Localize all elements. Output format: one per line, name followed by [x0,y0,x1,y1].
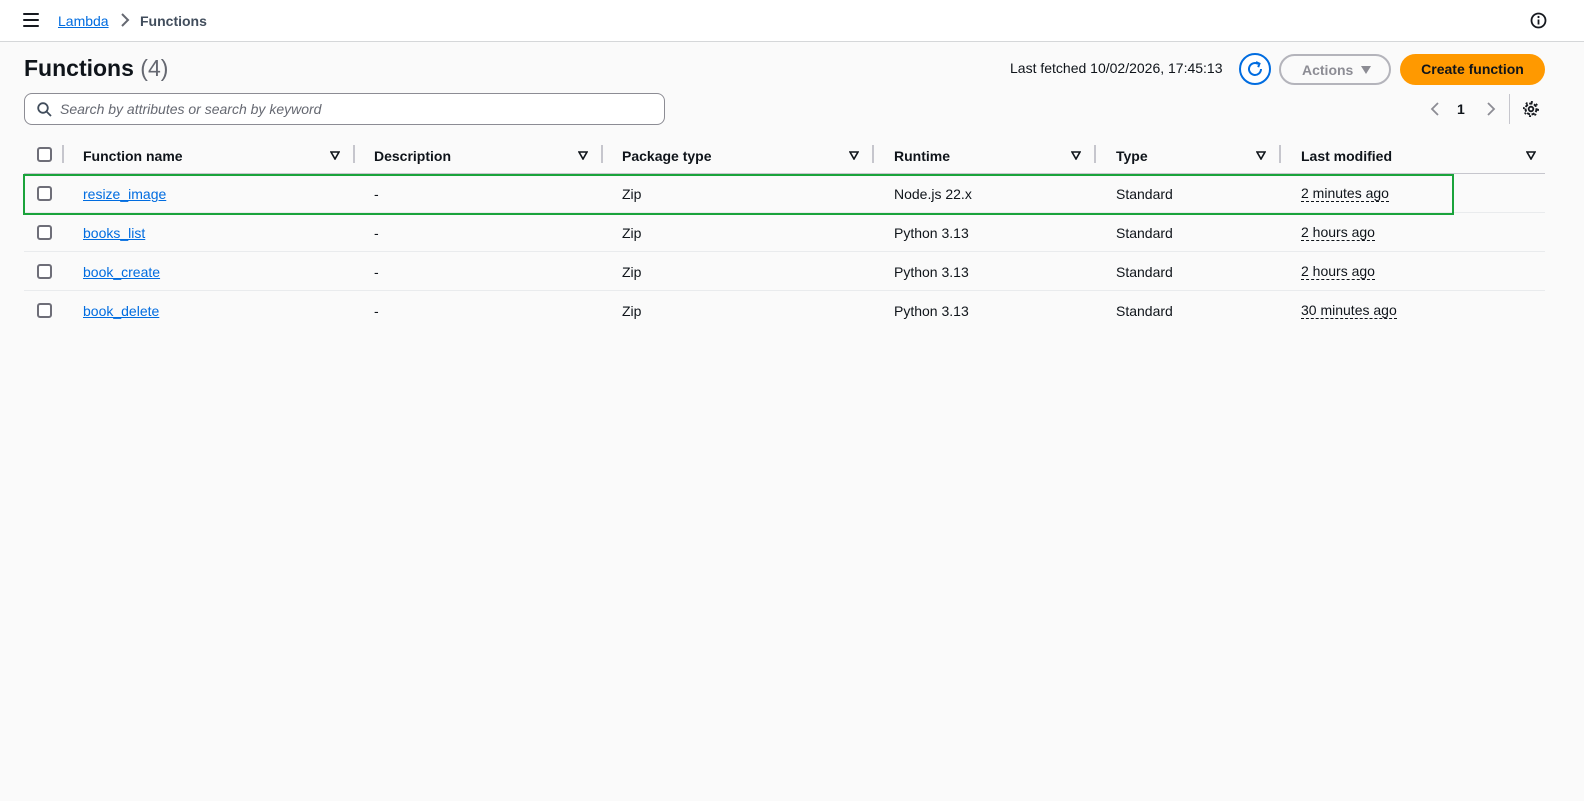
package-type-cell: Zip [622,186,642,202]
column-header-last-modified[interactable]: Last modified [1301,148,1392,164]
column-divider [62,145,64,163]
table-header: Function name Description Package type R… [24,137,1545,174]
page-title: Functions (4) [24,55,168,82]
type-cell: Standard [1116,186,1173,202]
column-divider[interactable] [1094,145,1096,163]
refresh-button[interactable] [1239,53,1271,85]
search-input[interactable] [60,94,650,124]
description-cell: - [374,303,379,319]
menu-icon[interactable] [23,13,39,27]
pager-divider [1509,94,1510,124]
column-header-function-name[interactable]: Function name [83,148,183,164]
create-function-button[interactable]: Create function [1400,54,1545,85]
settings-icon[interactable] [1522,100,1540,118]
functions-table: Function name Description Package type R… [24,137,1545,330]
function-name-link[interactable]: book_delete [83,303,159,319]
chevron-left-icon[interactable] [1428,101,1442,117]
type-cell: Standard [1116,225,1173,241]
actions-button-label: Actions [1302,62,1354,78]
sort-icon[interactable] [1071,151,1081,160]
info-icon[interactable] [1530,12,1547,29]
actions-button[interactable]: Actions [1279,54,1391,85]
function-name-link[interactable]: book_create [83,264,160,280]
column-header-type[interactable]: Type [1116,148,1148,164]
page-number[interactable]: 1 [1457,101,1465,117]
function-name-link[interactable]: resize_image [83,186,166,202]
column-divider[interactable] [872,145,874,163]
last-modified-cell: 2 hours ago [1301,263,1375,280]
page-title-text: Functions [24,55,134,81]
sort-icon[interactable] [578,151,588,160]
description-cell: - [374,186,379,202]
runtime-cell: Node.js 22.x [894,186,972,202]
chevron-right-icon[interactable] [1484,101,1498,117]
sort-icon[interactable] [849,151,859,160]
row-checkbox[interactable] [37,225,52,240]
column-header-description[interactable]: Description [374,148,451,164]
column-divider[interactable] [353,145,355,163]
row-checkbox[interactable] [37,186,52,201]
breadcrumb-functions: Functions [140,13,207,29]
caret-down-icon [1361,66,1371,74]
package-type-cell: Zip [622,225,642,241]
select-all-checkbox[interactable] [37,147,52,162]
function-count: (4) [140,55,169,81]
top-navigation-bar: Lambda Functions [0,0,1584,42]
row-checkbox[interactable] [37,303,52,318]
description-cell: - [374,225,379,241]
last-modified-cell: 2 hours ago [1301,224,1375,241]
refresh-icon [1248,61,1262,76]
last-fetched-text: Last fetched 10/02/2026, 17:45:13 [1010,60,1223,76]
last-modified-cell: 2 minutes ago [1301,185,1389,202]
chevron-right-icon [121,13,130,27]
runtime-cell: Python 3.13 [894,303,969,319]
description-cell: - [374,264,379,280]
table-row: book_delete - Zip Python 3.13 Standard 3… [24,291,1545,330]
sort-icon[interactable] [1256,151,1266,160]
column-divider[interactable] [1279,145,1281,163]
row-checkbox[interactable] [37,264,52,279]
package-type-cell: Zip [622,303,642,319]
column-divider[interactable] [601,145,603,163]
type-cell: Standard [1116,303,1173,319]
search-icon [37,102,52,117]
column-header-package-type[interactable]: Package type [622,148,712,164]
last-modified-cell: 30 minutes ago [1301,302,1397,319]
sort-icon[interactable] [1526,151,1536,160]
table-row: resize_image - Zip Node.js 22.x Standard… [24,174,1545,213]
function-name-link[interactable]: books_list [83,225,145,241]
runtime-cell: Python 3.13 [894,264,969,280]
package-type-cell: Zip [622,264,642,280]
sort-icon[interactable] [330,151,340,160]
table-row: book_create - Zip Python 3.13 Standard 2… [24,252,1545,291]
breadcrumb-lambda[interactable]: Lambda [58,13,109,29]
search-box [24,93,665,125]
type-cell: Standard [1116,264,1173,280]
table-row: books_list - Zip Python 3.13 Standard 2 … [24,213,1545,252]
column-header-runtime[interactable]: Runtime [894,148,950,164]
runtime-cell: Python 3.13 [894,225,969,241]
